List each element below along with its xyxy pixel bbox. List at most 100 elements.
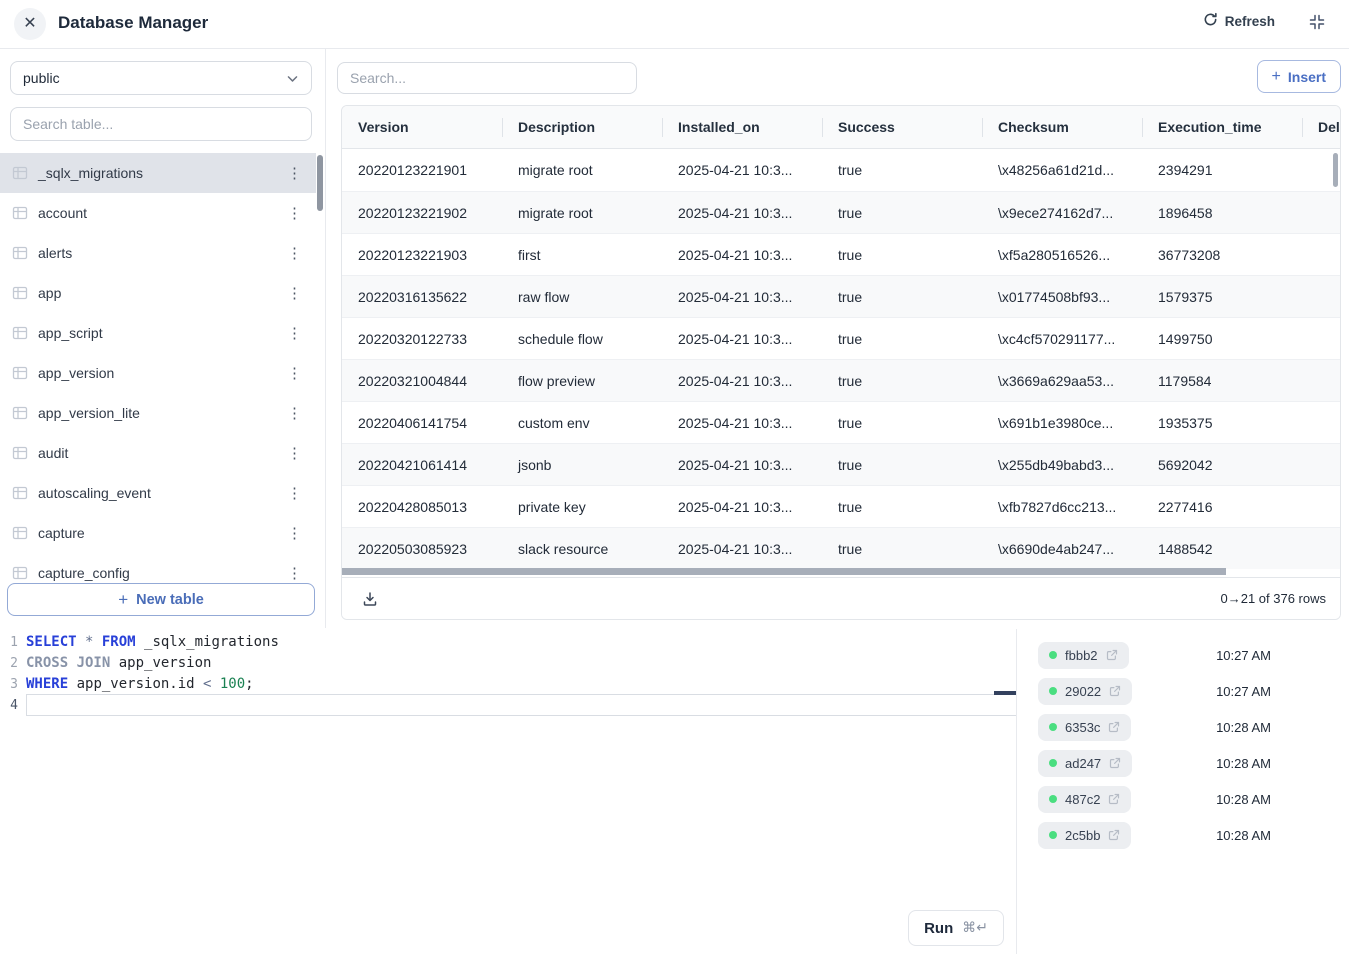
code-line-2[interactable]: 2CROSS JOIN app_version <box>0 653 1016 674</box>
collapse-window-icon[interactable] <box>1309 14 1325 33</box>
external-link-icon[interactable] <box>1109 685 1121 697</box>
table-cell: 20220428085013 <box>342 486 502 527</box>
table-cell: migrate root <box>502 149 662 191</box>
success-status-dot <box>1049 687 1057 695</box>
external-link-icon[interactable] <box>1108 829 1120 841</box>
sidebar-item-app_version[interactable]: app_version⋮ <box>0 353 316 393</box>
job-pill[interactable]: 487c2 <box>1038 786 1131 813</box>
page-title: Database Manager <box>58 13 208 33</box>
job-pill[interactable]: 6353c <box>1038 714 1131 741</box>
table-row[interactable]: 20220316135622raw flow2025-04-21 10:3...… <box>342 275 1340 317</box>
horizontal-scrollbar[interactable] <box>342 568 1226 575</box>
table-menu-icon[interactable]: ⋮ <box>283 284 306 302</box>
job-id-label: fbbb2 <box>1065 648 1098 663</box>
sidebar-item-_sqlx_migrations[interactable]: _sqlx_migrations⋮ <box>0 153 316 193</box>
code-text: WHERE app_version.id < 100; <box>26 674 1016 695</box>
column-header-Installed_on[interactable]: Installed_on <box>662 106 822 148</box>
table-cell: 20220321004844 <box>342 360 502 401</box>
history-item: ad247 10:28 AM <box>1018 745 1349 781</box>
table-menu-icon[interactable]: ⋮ <box>283 164 306 182</box>
job-pill[interactable]: 29022 <box>1038 678 1132 705</box>
column-header-Version[interactable]: Version <box>342 106 502 148</box>
sidebar-item-app_version_lite[interactable]: app_version_lite⋮ <box>0 393 316 433</box>
column-header-Checksum[interactable]: Checksum <box>982 106 1142 148</box>
table-icon <box>12 405 28 421</box>
vertical-scrollbar[interactable] <box>1333 153 1338 187</box>
database-manager-window: ✕ Database Manager Refresh public _sqlx_… <box>0 0 1349 954</box>
table-row[interactable]: 20220123221902migrate root2025-04-21 10:… <box>342 191 1340 233</box>
table-menu-icon[interactable]: ⋮ <box>283 204 306 222</box>
code-line-4[interactable]: 4 <box>0 695 1016 716</box>
sidebar-item-app[interactable]: app⋮ <box>0 273 316 313</box>
download-icon[interactable] <box>362 591 378 607</box>
column-header-Dele[interactable]: Dele <box>1302 106 1340 148</box>
table-cell: \xf5a280516526... <box>982 234 1142 275</box>
job-timestamp: 10:27 AM <box>1216 684 1271 699</box>
table-cell: 20220123221901 <box>342 149 502 191</box>
table-menu-icon[interactable]: ⋮ <box>283 404 306 422</box>
sidebar-item-capture[interactable]: capture⋮ <box>0 513 316 553</box>
success-status-dot <box>1049 723 1057 731</box>
job-id-label: 487c2 <box>1065 792 1100 807</box>
job-pill[interactable]: fbbb2 <box>1038 642 1129 669</box>
table-cell: slack resource <box>502 528 662 569</box>
grid-search-input[interactable] <box>337 62 637 94</box>
table-row[interactable]: 20220123221903first2025-04-21 10:3...tru… <box>342 233 1340 275</box>
table-menu-icon[interactable]: ⋮ <box>283 484 306 502</box>
external-link-icon[interactable] <box>1108 793 1120 805</box>
table-menu-icon[interactable]: ⋮ <box>283 524 306 542</box>
table-row[interactable]: 20220321004844flow preview2025-04-21 10:… <box>342 359 1340 401</box>
code-line-1[interactable]: 1SELECT * FROM _sqlx_migrations <box>0 632 1016 653</box>
table-cell: true <box>822 528 982 569</box>
schema-select[interactable]: public <box>10 61 312 95</box>
external-link-icon[interactable] <box>1106 649 1118 661</box>
column-header-Description[interactable]: Description <box>502 106 662 148</box>
table-menu-icon[interactable]: ⋮ <box>283 364 306 382</box>
run-button[interactable]: Run ⌘↵ <box>908 910 1004 946</box>
column-header-Success[interactable]: Success <box>822 106 982 148</box>
sidebar-item-alerts[interactable]: alerts⋮ <box>0 233 316 273</box>
table-cell: \x691b1e3980ce... <box>982 402 1142 443</box>
table-search-input[interactable] <box>10 107 312 141</box>
table-cell: 5692042 <box>1142 444 1302 485</box>
table-icon <box>12 525 28 541</box>
job-pill[interactable]: 2c5bb <box>1038 822 1131 849</box>
column-header-Execution_time[interactable]: Execution_time <box>1142 106 1302 148</box>
table-cell: 20220503085923 <box>342 528 502 569</box>
sql-editor[interactable]: 1SELECT * FROM _sqlx_migrations2CROSS JO… <box>0 629 1017 954</box>
table-name-label: capture_config <box>38 565 283 581</box>
plus-icon: + <box>1272 68 1281 86</box>
job-pill[interactable]: ad247 <box>1038 750 1132 777</box>
table-icon <box>12 165 28 181</box>
table-menu-icon[interactable]: ⋮ <box>283 244 306 262</box>
new-table-button[interactable]: + New table <box>7 583 315 616</box>
external-link-icon[interactable] <box>1108 721 1120 733</box>
table-row[interactable]: 20220320122733schedule flow2025-04-21 10… <box>342 317 1340 359</box>
external-link-icon[interactable] <box>1109 757 1121 769</box>
sidebar-item-autoscaling_event[interactable]: autoscaling_event⋮ <box>0 473 316 513</box>
sidebar-scrollbar[interactable] <box>317 155 323 211</box>
success-status-dot <box>1049 651 1057 659</box>
table-row[interactable]: 20220406141754custom env2025-04-21 10:3.… <box>342 401 1340 443</box>
sidebar-item-account[interactable]: account⋮ <box>0 193 316 233</box>
code-line-3[interactable]: 3WHERE app_version.id < 100; <box>0 674 1016 695</box>
table-cell: \x9ece274162d7... <box>982 192 1142 233</box>
table-menu-icon[interactable]: ⋮ <box>283 444 306 462</box>
refresh-label: Refresh <box>1225 14 1275 29</box>
table-menu-icon[interactable]: ⋮ <box>283 324 306 342</box>
sidebar-item-capture_config[interactable]: capture_config⋮ <box>0 553 316 583</box>
table-row[interactable]: 20220503085923slack resource2025-04-21 1… <box>342 527 1340 569</box>
close-button[interactable]: ✕ <box>14 8 46 40</box>
table-row[interactable]: 20220421061414jsonb2025-04-21 10:3...tru… <box>342 443 1340 485</box>
table-cell: 36773208 <box>1142 234 1302 275</box>
history-item: 487c210:28 AM <box>1018 781 1349 817</box>
job-timestamp: 10:28 AM <box>1216 756 1271 771</box>
table-menu-icon[interactable]: ⋮ <box>283 564 306 582</box>
editor-scrollbar-thumb[interactable] <box>994 691 1016 695</box>
insert-button[interactable]: + Insert <box>1257 60 1341 93</box>
refresh-button[interactable]: Refresh <box>1203 12 1275 30</box>
sidebar-item-app_script[interactable]: app_script⋮ <box>0 313 316 353</box>
table-row[interactable]: 20220428085013private key2025-04-21 10:3… <box>342 485 1340 527</box>
sidebar-item-audit[interactable]: audit⋮ <box>0 433 316 473</box>
table-row[interactable]: 20220123221901migrate root2025-04-21 10:… <box>342 149 1340 191</box>
